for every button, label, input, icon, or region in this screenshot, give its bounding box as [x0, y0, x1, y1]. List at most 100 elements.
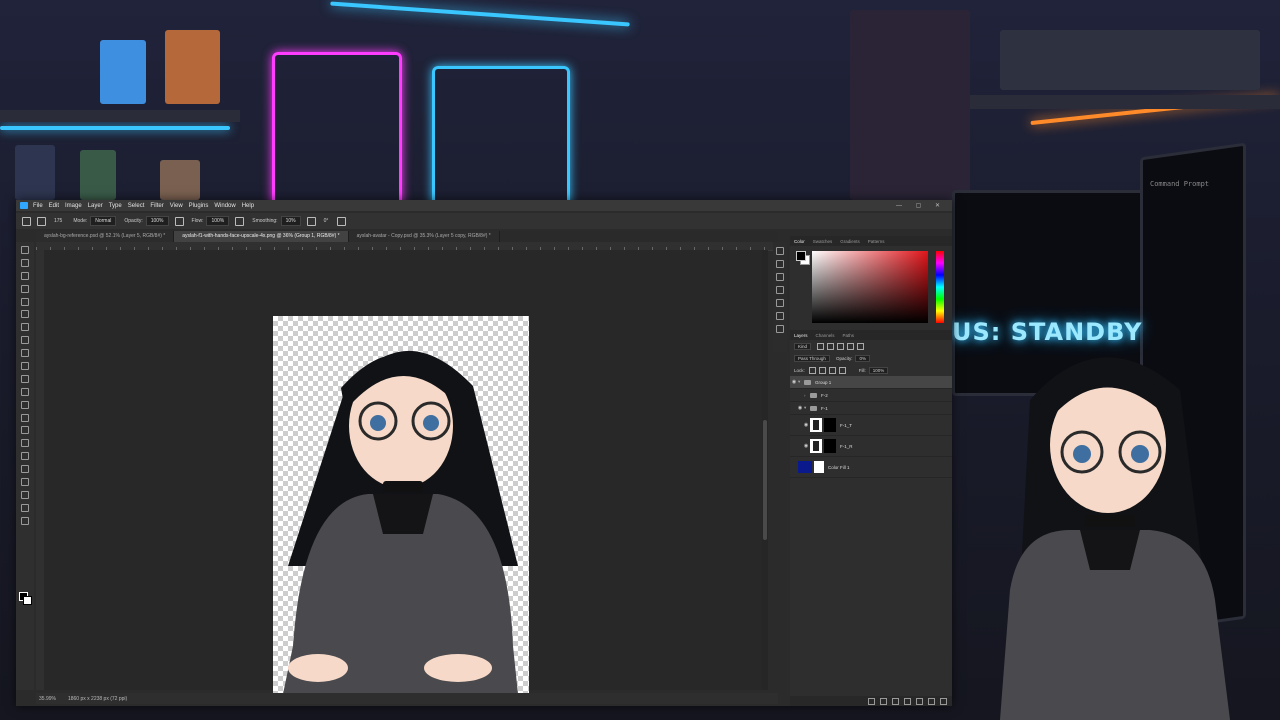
- blend-mode-select[interactable]: Pass Through: [794, 354, 830, 362]
- menu-filter[interactable]: Filter: [150, 203, 163, 209]
- layer-row-f-1[interactable]: ◉ ▾ F-1: [790, 402, 952, 415]
- airbrush-icon[interactable]: [235, 216, 245, 226]
- brush-size-value[interactable]: 175: [54, 218, 62, 224]
- history-icon[interactable]: [776, 247, 784, 255]
- tab-avatar-copy[interactable]: ayslah-avatar - Copy.psd @ 35.3% (Layer …: [348, 231, 500, 242]
- smoothing-field[interactable]: 10%: [280, 216, 301, 226]
- navigator-icon[interactable]: [776, 325, 784, 333]
- gradient-tool-icon[interactable]: [21, 400, 29, 409]
- fill-field[interactable]: 100%: [868, 366, 889, 374]
- dodge-tool-icon[interactable]: [21, 426, 29, 435]
- brush-tool-icon-sidebar[interactable]: [21, 349, 29, 358]
- delete-layer-icon[interactable]: [940, 697, 947, 705]
- layer-row-color-fill-1[interactable]: Color Fill 1: [790, 457, 952, 478]
- layer-mask-thumbnail[interactable]: [814, 461, 824, 473]
- tab-paths[interactable]: Paths: [839, 333, 859, 338]
- brush-settings-icon[interactable]: [776, 273, 784, 281]
- menu-image[interactable]: Image: [65, 203, 82, 209]
- rectangle-tool-icon[interactable]: [21, 478, 29, 487]
- adjustments-icon[interactable]: [776, 299, 784, 307]
- eraser-tool-icon[interactable]: [21, 387, 29, 396]
- visibility-eye-icon[interactable]: ◉: [802, 443, 810, 449]
- filter-shape-icon[interactable]: [847, 342, 855, 350]
- libraries-icon[interactable]: [776, 312, 784, 320]
- layer-mask-thumbnail[interactable]: [824, 439, 836, 453]
- zoom-level[interactable]: 35.99%: [39, 696, 56, 702]
- tab-f1-upscale[interactable]: ayslah-f1-with-hands-face-upscale-4x.png…: [174, 231, 349, 242]
- canvas-area[interactable]: [44, 250, 762, 694]
- layer-mask-thumbnail[interactable]: [824, 418, 836, 432]
- add-mask-icon[interactable]: [892, 697, 899, 705]
- blur-tool-icon[interactable]: [21, 413, 29, 422]
- mode-select[interactable]: Normal: [90, 216, 117, 226]
- healing-brush-tool-icon[interactable]: [21, 336, 29, 345]
- kind-filter-select[interactable]: Kind: [794, 342, 812, 350]
- new-layer-icon[interactable]: [928, 697, 935, 705]
- smoothing-gear-icon[interactable]: [306, 216, 316, 226]
- layer-opacity-field[interactable]: 0%: [855, 354, 870, 362]
- document-info[interactable]: 1860 px x 2238 px (72 ppi): [68, 696, 127, 702]
- crop-tool-icon[interactable]: [21, 297, 29, 306]
- tab-channels[interactable]: Channels: [812, 333, 839, 338]
- scrollbar-thumb[interactable]: [763, 420, 767, 540]
- angle-value[interactable]: 0°: [324, 218, 329, 224]
- menu-help[interactable]: Help: [242, 203, 254, 209]
- lock-transparent-icon[interactable]: [808, 366, 816, 374]
- menu-plugins[interactable]: Plugins: [189, 203, 209, 209]
- more-tools-icon[interactable]: [21, 516, 29, 525]
- filter-type-icon[interactable]: [837, 342, 845, 350]
- path-select-tool-icon[interactable]: [21, 465, 29, 474]
- visibility-eye-icon[interactable]: ◉: [802, 422, 810, 428]
- layer-row-group-1[interactable]: ◉ ▾ Group 1: [790, 376, 952, 389]
- move-tool-icon[interactable]: [21, 246, 29, 254]
- tab-patterns[interactable]: Patterns: [864, 239, 889, 244]
- opacity-field[interactable]: 100%: [145, 216, 169, 226]
- filter-smart-icon[interactable]: [857, 342, 865, 350]
- new-group-icon[interactable]: [916, 697, 923, 705]
- lock-position-icon[interactable]: [828, 366, 836, 374]
- hue-slider[interactable]: [936, 251, 944, 323]
- object-select-tool-icon[interactable]: [21, 284, 29, 293]
- pressure-opacity-icon[interactable]: [174, 216, 184, 226]
- lock-all-icon[interactable]: [838, 366, 846, 374]
- tab-layers[interactable]: Layers: [790, 333, 812, 338]
- menu-file[interactable]: File: [33, 203, 43, 209]
- brush-tool-icon[interactable]: [37, 216, 46, 226]
- character-icon[interactable]: [776, 286, 784, 294]
- color-picker-field[interactable]: [812, 251, 928, 323]
- menu-type[interactable]: Type: [109, 203, 122, 209]
- type-tool-icon[interactable]: [21, 452, 29, 461]
- hand-tool-icon[interactable]: [21, 490, 29, 499]
- layer-row-f-2[interactable]: › F-2: [790, 389, 952, 402]
- visibility-eye-icon[interactable]: ◉: [790, 379, 798, 385]
- document-canvas[interactable]: [273, 316, 529, 694]
- home-icon[interactable]: [22, 216, 31, 226]
- layer-row-f-1-r[interactable]: ◉ F-1_R: [790, 436, 952, 457]
- symmetry-icon[interactable]: [337, 216, 347, 226]
- background-color-swatch[interactable]: [23, 596, 32, 605]
- vertical-scrollbar[interactable]: [762, 250, 768, 690]
- adjustment-layer-icon[interactable]: [904, 697, 911, 705]
- clone-stamp-tool-icon[interactable]: [21, 362, 29, 371]
- tab-color[interactable]: Color: [790, 239, 809, 244]
- history-brush-tool-icon[interactable]: [21, 374, 29, 383]
- link-layers-icon[interactable]: [868, 697, 875, 705]
- pen-tool-icon[interactable]: [21, 439, 29, 448]
- tab-bg-reference[interactable]: ayslah-bg-reference.psd @ 52.1% (Layer 5…: [36, 231, 175, 242]
- eyedropper-tool-icon[interactable]: [21, 323, 29, 332]
- lock-image-icon[interactable]: [818, 366, 826, 374]
- tab-gradients[interactable]: Gradients: [836, 239, 864, 244]
- window-controls[interactable]: — ▢ ✕: [896, 202, 946, 209]
- layer-row-f-1-t[interactable]: ◉ F-1_T: [790, 415, 952, 436]
- properties-icon[interactable]: [776, 260, 784, 268]
- flow-field[interactable]: 100%: [206, 216, 230, 226]
- visibility-eye-icon[interactable]: ◉: [796, 405, 804, 411]
- menu-view[interactable]: View: [170, 203, 183, 209]
- frame-tool-icon[interactable]: [21, 310, 29, 319]
- zoom-tool-icon[interactable]: [21, 503, 29, 512]
- menu-layer[interactable]: Layer: [88, 203, 103, 209]
- menu-window[interactable]: Window: [214, 203, 235, 209]
- layer-style-icon[interactable]: [880, 697, 887, 705]
- tab-swatches[interactable]: Swatches: [809, 239, 837, 244]
- fill-color-thumbnail[interactable]: [798, 461, 812, 473]
